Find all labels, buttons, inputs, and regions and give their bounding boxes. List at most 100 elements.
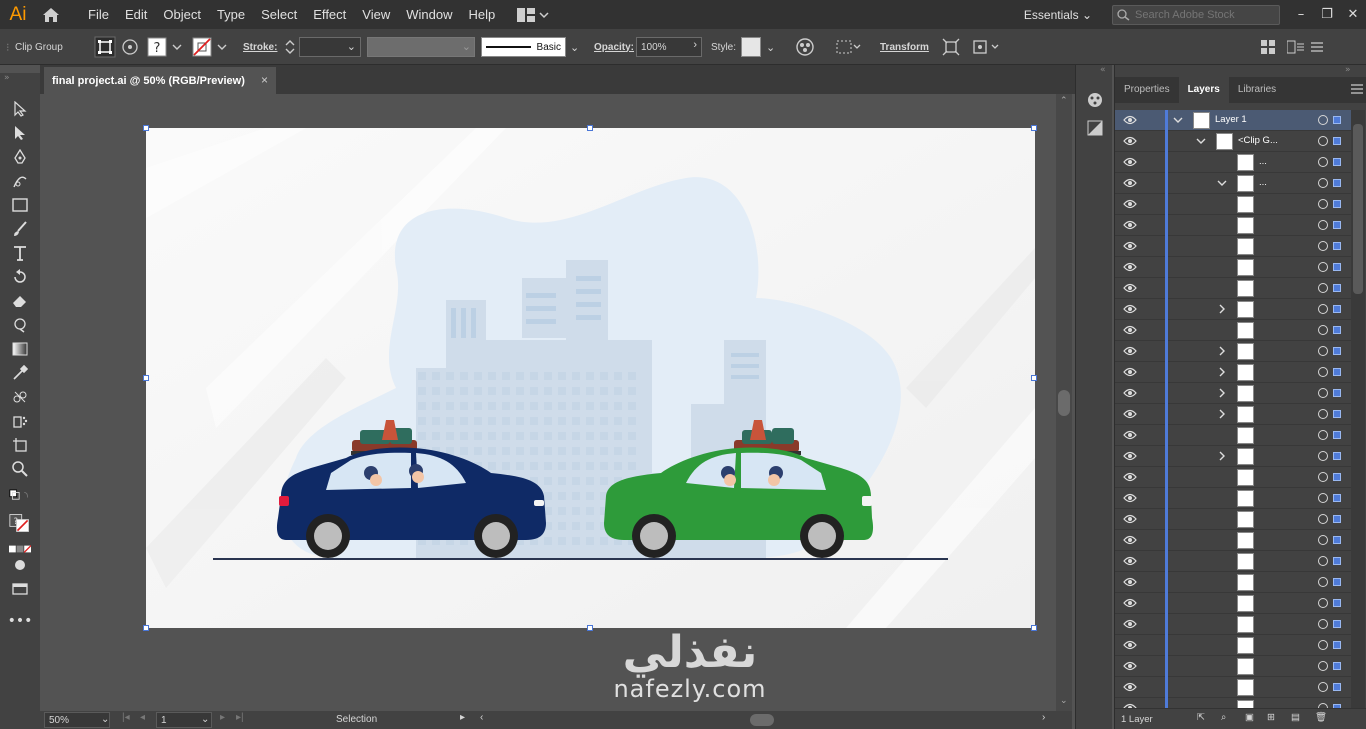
target-circle-icon[interactable] (1318, 556, 1328, 566)
delete-layer-icon[interactable]: 🗑 (1315, 712, 1327, 723)
chevron-down-icon[interactable] (1196, 135, 1206, 147)
visibility-eye-icon[interactable] (1123, 136, 1139, 146)
layer-row[interactable] (1115, 215, 1351, 236)
make-clipping-mask-icon[interactable]: ▣ (1245, 712, 1254, 723)
visibility-eye-icon[interactable] (1123, 304, 1139, 314)
selection-square-icon[interactable] (1333, 494, 1341, 502)
target-circle-icon[interactable] (1318, 640, 1328, 650)
layer-name[interactable]: <Clip G... (1238, 135, 1278, 146)
target-circle-icon[interactable] (1318, 619, 1328, 629)
chevron-right-icon[interactable] (1217, 408, 1227, 420)
chevron-down-icon[interactable] (1217, 177, 1227, 189)
artboard[interactable] (143, 125, 1037, 631)
tab-properties[interactable]: Properties (1115, 77, 1179, 103)
target-circle-icon[interactable] (1318, 262, 1328, 272)
layer-row[interactable]: <Clip G... (1115, 131, 1351, 152)
selection-square-icon[interactable] (1333, 620, 1341, 628)
selection-handle[interactable] (587, 125, 593, 131)
selection-square-icon[interactable] (1333, 431, 1341, 439)
artboard-field[interactable]: 1 ⌄ (156, 712, 212, 728)
locate-object-icon[interactable]: ⌕ (1221, 712, 1226, 723)
target-circle-icon[interactable] (1318, 136, 1328, 146)
rectangle-tool-icon[interactable] (9, 195, 31, 215)
selection-square-icon[interactable] (1333, 599, 1341, 607)
menu-view[interactable]: View (354, 7, 398, 22)
layer-row[interactable] (1115, 425, 1351, 446)
selection-handle[interactable] (143, 125, 149, 131)
chevron-right-icon[interactable] (1217, 366, 1227, 378)
layer-name[interactable]: Layer 1 (1215, 114, 1247, 125)
selection-square-icon[interactable] (1333, 221, 1341, 229)
search-input[interactable] (1135, 8, 1275, 21)
visibility-eye-icon[interactable] (1123, 220, 1139, 230)
align-icon[interactable] (836, 29, 862, 65)
selection-square-icon[interactable] (1333, 662, 1341, 670)
scroll-down-icon[interactable]: ⌄ (1060, 696, 1068, 706)
layer-row[interactable] (1115, 509, 1351, 530)
selection-square-icon[interactable] (1333, 683, 1341, 691)
selection-square-icon[interactable] (1333, 389, 1341, 397)
selection-square-icon[interactable] (1333, 578, 1341, 586)
layers-scroll-thumb[interactable] (1353, 124, 1363, 294)
stroke-label[interactable]: Stroke: (243, 42, 277, 53)
selection-handle[interactable] (143, 375, 149, 381)
restore-button[interactable]: ❐ (1314, 0, 1340, 29)
visibility-eye-icon[interactable] (1123, 157, 1139, 167)
layer-row[interactable] (1115, 299, 1351, 320)
selection-square-icon[interactable] (1333, 284, 1341, 292)
target-circle-icon[interactable] (1318, 409, 1328, 419)
visibility-eye-icon[interactable] (1123, 640, 1139, 650)
target-circle-icon[interactable] (1318, 430, 1328, 440)
brush-definition[interactable]: Basic ⌄ (481, 29, 579, 65)
selection-handle[interactable] (587, 625, 593, 631)
isolate-icon[interactable] (942, 29, 960, 65)
selection-handle[interactable] (143, 625, 149, 631)
target-circle-icon[interactable] (1318, 220, 1328, 230)
tab-layers[interactable]: Layers (1178, 77, 1229, 103)
swap-fill-stroke-icon[interactable] (9, 485, 31, 505)
scroll-right-icon[interactable]: › (1042, 712, 1045, 723)
target-circle-icon[interactable] (1318, 325, 1328, 335)
new-layer-icon[interactable]: ▤ (1291, 712, 1300, 723)
visibility-eye-icon[interactable] (1123, 388, 1139, 398)
visibility-eye-icon[interactable] (1123, 472, 1139, 482)
paintbrush-tool-icon[interactable] (9, 219, 31, 239)
target-circle-icon[interactable] (1318, 178, 1328, 188)
target-circle-icon[interactable] (1318, 283, 1328, 293)
layers-scrollbar[interactable] (1351, 110, 1365, 710)
selection-square-icon[interactable] (1333, 452, 1341, 460)
target-circle-icon[interactable] (1318, 304, 1328, 314)
document-tab[interactable]: final project.ai @ 50% (RGB/Preview) × (44, 67, 276, 94)
reset-icon[interactable] (1287, 29, 1305, 65)
selection-square-icon[interactable] (1333, 158, 1341, 166)
selection-tool-icon[interactable] (9, 99, 31, 119)
layer-row[interactable] (1115, 572, 1351, 593)
target-circle-icon[interactable] (1318, 157, 1328, 167)
eyedropper-tool-icon[interactable] (9, 363, 31, 383)
visibility-eye-icon[interactable] (1123, 556, 1139, 566)
layer-name[interactable]: ... (1259, 177, 1267, 188)
menu-window[interactable]: Window (398, 7, 460, 22)
menu-edit[interactable]: Edit (117, 7, 155, 22)
blend-tool-icon[interactable] (9, 387, 31, 407)
zoom-field[interactable]: 50% ⌄ (44, 712, 110, 728)
visibility-eye-icon[interactable] (1123, 619, 1139, 629)
menu-select[interactable]: Select (253, 7, 305, 22)
recolor-artwork-icon[interactable] (795, 29, 815, 65)
panel-options-icon[interactable] (1351, 84, 1363, 97)
collapse-toolbar-icon[interactable]: » (4, 73, 10, 83)
chevron-down-icon[interactable] (1173, 114, 1183, 126)
close-document-icon[interactable]: × (261, 73, 268, 87)
opacity-label[interactable]: Opacity: (594, 42, 634, 53)
selection-square-icon[interactable] (1333, 473, 1341, 481)
symbol-sprayer-tool-icon[interactable] (9, 411, 31, 431)
appearance-icon[interactable] (1086, 119, 1104, 137)
vertical-scrollbar[interactable]: ⌃ ⌄ (1056, 94, 1072, 711)
target-circle-icon[interactable] (1318, 451, 1328, 461)
direct-selection-tool-icon[interactable] (9, 123, 31, 143)
layer-row[interactable] (1115, 593, 1351, 614)
selection-square-icon[interactable] (1333, 200, 1341, 208)
target-circle-icon[interactable] (1318, 241, 1328, 251)
selection-square-icon[interactable] (1333, 179, 1341, 187)
selection-handle[interactable] (1031, 625, 1037, 631)
